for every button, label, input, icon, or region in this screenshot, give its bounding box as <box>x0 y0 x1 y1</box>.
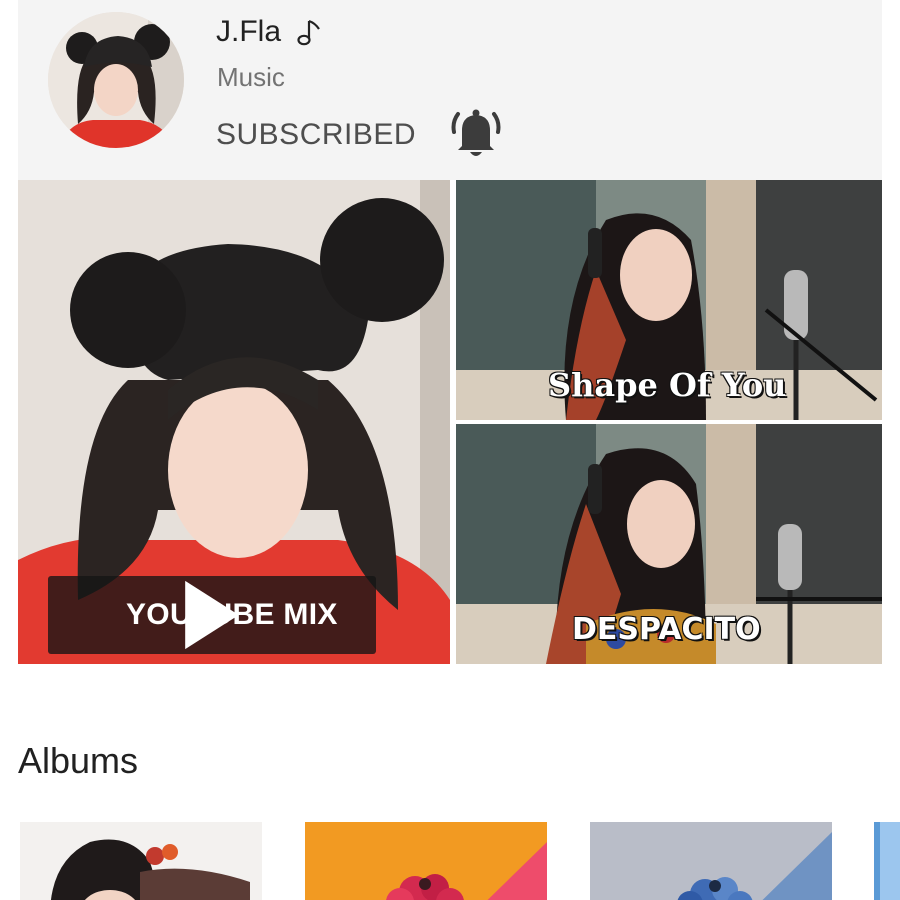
channel-name-text: J.Fla <box>216 15 282 48</box>
album-cover[interactable] <box>590 822 832 900</box>
album-art <box>590 822 832 900</box>
youtube-mix-badge: YOUTUBE MIX <box>48 576 376 654</box>
channel-header: J.Fla Music SUBSCRIBED <box>18 0 882 180</box>
album-cover[interactable] <box>305 822 547 900</box>
channel-name[interactable]: J.Fla <box>216 12 323 52</box>
video-tile[interactable]: Shape Of You <box>456 180 882 420</box>
channel-category: Music <box>217 62 285 92</box>
album-art <box>20 822 262 900</box>
album-art <box>305 822 547 900</box>
play-icon <box>78 580 239 650</box>
channel-avatar[interactable] <box>48 12 184 148</box>
album-cover[interactable] <box>874 822 900 900</box>
subscribed-button[interactable]: SUBSCRIBED <box>216 118 416 152</box>
bell-icon[interactable] <box>450 106 502 160</box>
album-cover[interactable] <box>20 822 262 900</box>
music-note-icon <box>295 17 323 47</box>
albums-section-title: Albums <box>18 740 139 781</box>
video-title: Shape Of You <box>548 366 787 404</box>
video-title: DESPACITO <box>572 612 761 647</box>
album-art <box>874 822 900 900</box>
youtube-mix-tile[interactable]: YOUTUBE MIX <box>18 180 450 664</box>
video-tile[interactable]: DESPACITO <box>456 424 882 664</box>
